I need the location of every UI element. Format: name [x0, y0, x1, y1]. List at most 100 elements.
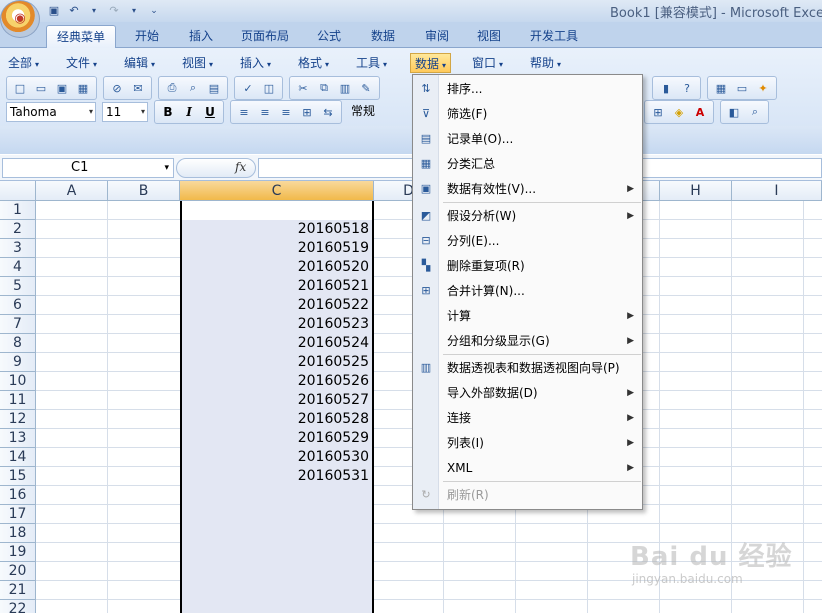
- redo-icon[interactable]: ↷: [106, 3, 122, 19]
- font-size-select[interactable]: 11 ▾: [102, 102, 148, 122]
- menu-item-filter[interactable]: ⊽ 筛选(F): [413, 103, 642, 125]
- row-header[interactable]: 9: [0, 353, 36, 372]
- tab-insert[interactable]: 插入: [178, 25, 224, 48]
- menu-item-group-outline[interactable]: 分组和分级显示(G) ▶: [413, 330, 642, 352]
- open-folder-icon[interactable]: ▭: [31, 78, 51, 98]
- menu-item-import-external[interactable]: 导入外部数据(D) ▶: [413, 382, 642, 404]
- save-icon[interactable]: ▣: [46, 3, 62, 19]
- menu-item-remove-duplicates[interactable]: ▚ 删除重复项(R): [413, 255, 642, 277]
- menu-item-refresh[interactable]: ↻ 刷新(R): [413, 484, 642, 506]
- tab-view[interactable]: 视图: [466, 25, 512, 48]
- cell-value[interactable]: 20160521: [182, 277, 371, 296]
- cell-value[interactable]: 20160530: [182, 448, 371, 467]
- cell-value[interactable]: 20160519: [182, 239, 371, 258]
- row-header[interactable]: 10: [0, 372, 36, 391]
- menu-view[interactable]: 视图 ▾: [178, 53, 217, 73]
- menu-item-xml[interactable]: XML ▶: [413, 457, 642, 479]
- align-left-icon[interactable]: ≡: [234, 102, 254, 122]
- menu-tools[interactable]: 工具 ▾: [352, 53, 391, 73]
- customize-qat-icon[interactable]: ⌄: [146, 3, 162, 19]
- print-icon[interactable]: ⎙: [162, 78, 182, 98]
- row-header[interactable]: 3: [0, 239, 36, 258]
- italic-button[interactable]: I: [179, 102, 199, 122]
- menu-item-what-if[interactable]: ◩ 假设分析(W) ▶: [413, 205, 642, 227]
- row-header[interactable]: 20: [0, 562, 36, 581]
- row-header[interactable]: 19: [0, 543, 36, 562]
- borders-icon[interactable]: ⊞: [648, 102, 668, 122]
- save-icon[interactable]: ▣: [52, 78, 72, 98]
- row-header[interactable]: 4: [0, 258, 36, 277]
- row-header[interactable]: 8: [0, 334, 36, 353]
- fill-color-icon[interactable]: ◈: [669, 102, 689, 122]
- font-name-select[interactable]: Tahoma ▾: [6, 102, 96, 122]
- excel-icon[interactable]: ▦: [73, 78, 93, 98]
- row-header[interactable]: 1: [0, 201, 36, 220]
- menu-item-connections[interactable]: 连接 ▶: [413, 407, 642, 429]
- align-center-icon[interactable]: ≡: [255, 102, 275, 122]
- cell-value[interactable]: 20160524: [182, 334, 371, 353]
- tab-developer[interactable]: 开发工具: [520, 25, 588, 48]
- copy-icon[interactable]: ⧉: [314, 78, 334, 98]
- cell-value[interactable]: 20160523: [182, 315, 371, 334]
- menu-edit[interactable]: 编辑 ▾: [120, 53, 159, 73]
- cell-value[interactable]: 20160522: [182, 296, 371, 315]
- table-icon[interactable]: ▦: [711, 78, 731, 98]
- new-file-icon[interactable]: □: [10, 78, 30, 98]
- menu-help[interactable]: 帮助 ▾: [526, 53, 565, 73]
- wrap-text-icon[interactable]: ⇆: [318, 102, 338, 122]
- row-header[interactable]: 17: [0, 505, 36, 524]
- research-book-icon[interactable]: ◫: [259, 78, 279, 98]
- row-header[interactable]: 13: [0, 429, 36, 448]
- row-header[interactable]: 22: [0, 600, 36, 613]
- select-all-corner[interactable]: [0, 181, 36, 201]
- find-icon[interactable]: ⌕: [745, 102, 765, 122]
- print-preview-icon[interactable]: ⌕: [183, 78, 203, 98]
- row-header[interactable]: 12: [0, 410, 36, 429]
- menu-item-consolidate[interactable]: ⊞ 合并计算(N)...: [413, 280, 642, 302]
- column-header-b[interactable]: B: [108, 181, 180, 201]
- menu-item-calculate[interactable]: 计算 ▶: [413, 305, 642, 327]
- menu-item-form[interactable]: ▤ 记录单(O)...: [413, 128, 642, 150]
- paste-icon[interactable]: ▥: [335, 78, 355, 98]
- menu-item-data-validation[interactable]: ▣ 数据有效性(V)... ▶: [413, 178, 642, 200]
- row-header[interactable]: 2: [0, 220, 36, 239]
- menu-item-list[interactable]: 列表(I) ▶: [413, 432, 642, 454]
- office-button[interactable]: ◉: [0, 0, 40, 38]
- row-header[interactable]: 21: [0, 581, 36, 600]
- column-header-c[interactable]: C: [180, 181, 374, 201]
- permission-icon[interactable]: ⊘: [107, 78, 127, 98]
- bold-button[interactable]: B: [158, 102, 178, 122]
- menu-file[interactable]: 文件 ▾: [62, 53, 101, 73]
- menu-item-text-to-columns[interactable]: ⊟ 分列(E)...: [413, 230, 642, 252]
- row-header[interactable]: 16: [0, 486, 36, 505]
- menu-item-subtotal[interactable]: ▦ 分类汇总: [413, 153, 642, 175]
- tab-formulas[interactable]: 公式: [306, 25, 352, 48]
- menu-item-sort[interactable]: ⇅ 排序...: [413, 78, 642, 100]
- menu-format[interactable]: 格式 ▾: [294, 53, 333, 73]
- name-box[interactable]: C1 ▾: [2, 158, 174, 178]
- menu-data[interactable]: 数据 ▾: [410, 53, 452, 73]
- merge-center-icon[interactable]: ⊞: [297, 102, 317, 122]
- column-header-i[interactable]: I: [732, 181, 822, 201]
- tab-home[interactable]: 开始: [124, 25, 170, 48]
- cell-value[interactable]: 20160525: [182, 353, 371, 372]
- cell-value[interactable]: 20160518: [182, 220, 371, 239]
- tab-page-layout[interactable]: 页面布局: [232, 25, 298, 48]
- tab-data[interactable]: 数据: [360, 25, 406, 48]
- font-color-icon[interactable]: A: [690, 102, 710, 122]
- folder-icon[interactable]: ▭: [732, 78, 752, 98]
- row-header[interactable]: 18: [0, 524, 36, 543]
- email-icon[interactable]: ✉: [128, 78, 148, 98]
- styles-icon[interactable]: ◧: [724, 102, 744, 122]
- number-format-select[interactable]: 常规: [348, 102, 388, 122]
- menu-insert[interactable]: 插入 ▾: [236, 53, 275, 73]
- help-icon[interactable]: ?: [677, 78, 697, 98]
- cell-value[interactable]: 20160528: [182, 410, 371, 429]
- chart-icon[interactable]: ▮: [656, 78, 676, 98]
- undo-icon[interactable]: ↶: [66, 3, 82, 19]
- cell-value[interactable]: 20160527: [182, 391, 371, 410]
- cell-value[interactable]: 20160531: [182, 467, 371, 486]
- star-icon[interactable]: ✦: [753, 78, 773, 98]
- menu-window[interactable]: 窗口 ▾: [468, 53, 507, 73]
- active-cell-c1[interactable]: [182, 201, 372, 220]
